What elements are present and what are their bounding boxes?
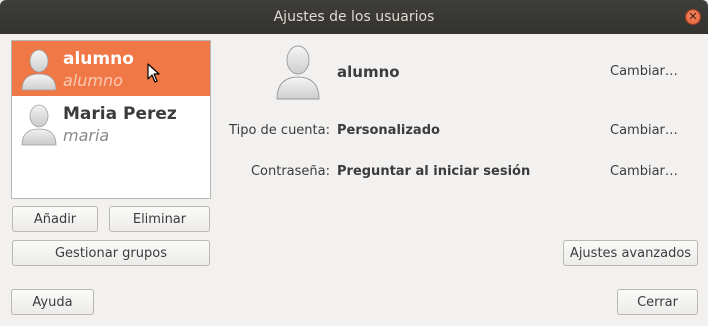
user-name: Maria Perez bbox=[63, 104, 177, 124]
remove-user-button[interactable]: Eliminar bbox=[109, 206, 210, 232]
user-login: alumno bbox=[63, 71, 123, 90]
titlebar: Ajustes de los usuarios ✕ bbox=[0, 0, 708, 34]
dialog-content: alumno alumno Maria Perez maria Añadir E… bbox=[0, 34, 708, 326]
selected-user-avatar-icon[interactable] bbox=[273, 42, 323, 100]
user-list-item-maria[interactable]: Maria Perez maria bbox=[12, 96, 210, 151]
close-icon: ✕ bbox=[688, 10, 698, 23]
account-type-label: Tipo de cuenta: bbox=[229, 123, 330, 138]
manage-groups-button[interactable]: Gestionar grupos bbox=[12, 240, 210, 266]
close-button[interactable]: Cerrar bbox=[617, 289, 698, 315]
user-avatar-icon bbox=[21, 104, 57, 146]
selected-user-name: alumno bbox=[337, 63, 400, 81]
account-type-value: Personalizado bbox=[337, 123, 440, 138]
add-user-button[interactable]: Añadir bbox=[12, 206, 98, 232]
user-settings-window: Ajustes de los usuarios ✕ alumno alumno bbox=[0, 0, 708, 326]
user-name: alumno bbox=[63, 49, 134, 69]
close-window-button[interactable]: ✕ bbox=[685, 9, 701, 25]
change-account-type-link[interactable]: Cambiar… bbox=[610, 123, 678, 138]
advanced-settings-button[interactable]: Ajustes avanzados bbox=[563, 240, 698, 266]
user-avatar-icon bbox=[21, 49, 57, 91]
help-button[interactable]: Ayuda bbox=[11, 289, 94, 315]
user-list: alumno alumno Maria Perez maria bbox=[11, 40, 211, 199]
password-value: Preguntar al iniciar sesión bbox=[337, 164, 531, 179]
change-password-link[interactable]: Cambiar… bbox=[610, 164, 678, 179]
change-name-link[interactable]: Cambiar… bbox=[610, 64, 678, 79]
user-login: maria bbox=[63, 126, 110, 145]
mouse-pointer-icon bbox=[147, 63, 160, 83]
user-list-item-alumno[interactable]: alumno alumno bbox=[12, 41, 210, 96]
password-label: Contraseña: bbox=[250, 164, 330, 179]
window-title: Ajustes de los usuarios bbox=[273, 9, 435, 25]
